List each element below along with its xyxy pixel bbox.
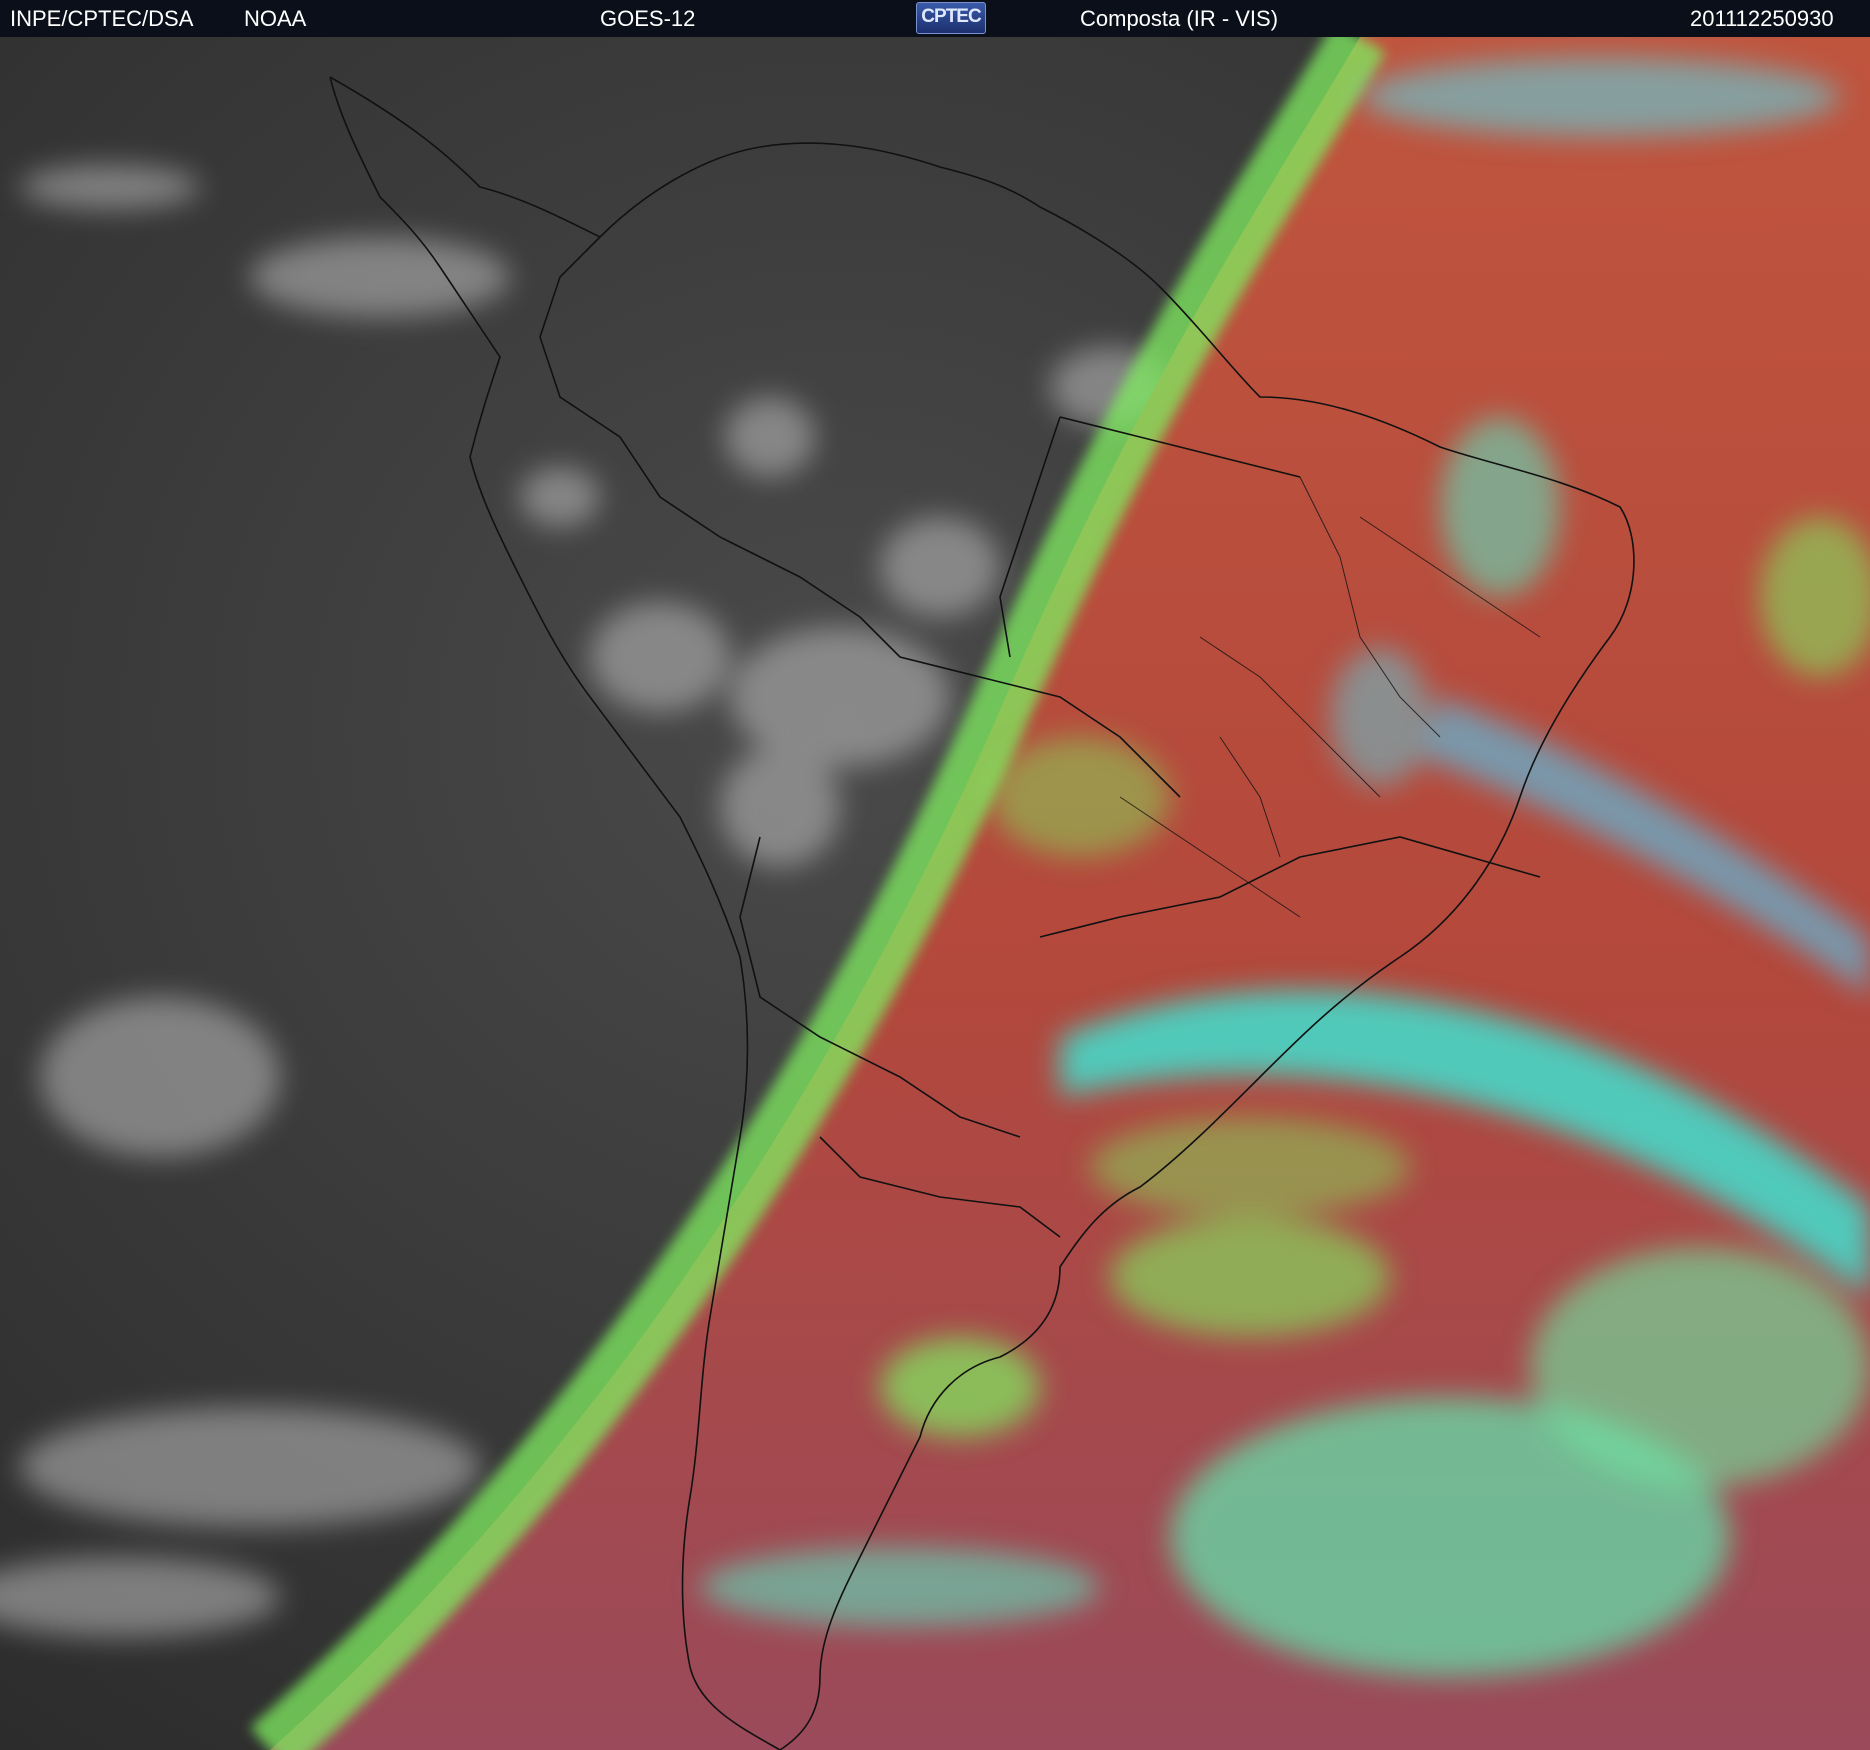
logo-text: CPTEC bbox=[921, 6, 981, 27]
product-label: Composta (IR - VIS) bbox=[1080, 6, 1279, 31]
org-label: INPE/CPTEC/DSA bbox=[10, 6, 194, 31]
agency-label: NOAA bbox=[244, 6, 307, 31]
header-bar: INPE/CPTEC/DSA NOAA GOES-12 CPTEC Compos… bbox=[0, 0, 1870, 37]
cptec-logo-icon: CPTEC bbox=[916, 2, 986, 34]
satellite-label: GOES-12 bbox=[600, 6, 696, 31]
satellite-image bbox=[0, 37, 1870, 1750]
timestamp-label: 201112250930 bbox=[1690, 6, 1834, 31]
